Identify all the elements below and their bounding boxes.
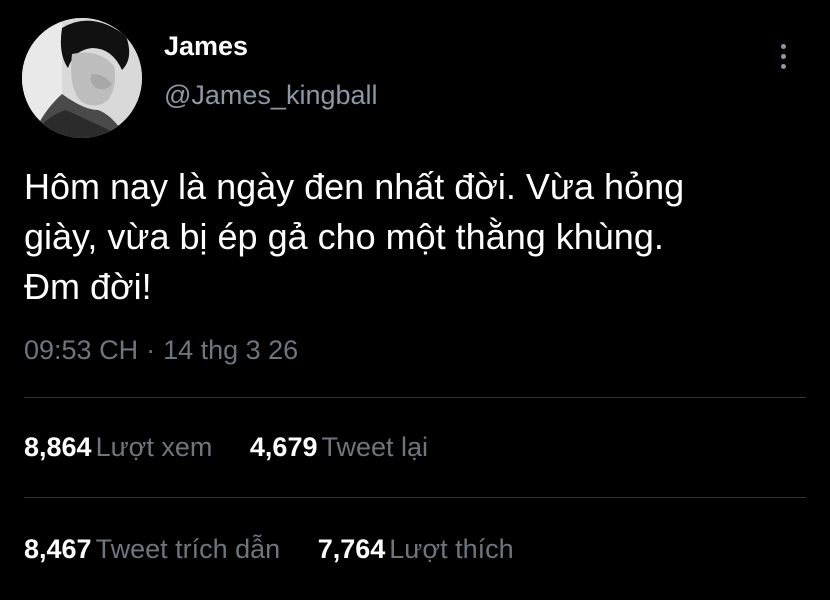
quotes-stat[interactable]: 8,467 Tweet trích dẫn	[24, 534, 280, 564]
retweets-label: Tweet lại	[321, 432, 429, 462]
likes-stat[interactable]: 7,764 Lượt thích	[318, 534, 514, 564]
author-handle[interactable]: @James_kingball	[164, 80, 378, 111]
tweet-detail: James @James_kingball Hôm nay là ngày đe…	[0, 0, 830, 600]
divider	[24, 397, 806, 398]
more-vertical-icon	[780, 43, 786, 49]
tweet-time[interactable]: 09:53 CH	[24, 335, 138, 365]
likes-label: Lượt thích	[389, 534, 514, 564]
meta-separator: ·	[146, 335, 156, 365]
retweets-count: 4,679	[249, 432, 318, 462]
tweet-text: Hôm nay là ngày đen nhất đời. Vừa hỏng g…	[24, 166, 685, 307]
avatar-image	[22, 18, 142, 138]
more-vertical-icon-dot	[780, 63, 786, 69]
quotes-label: Tweet trích dẫn	[95, 534, 281, 564]
avatar[interactable]	[22, 18, 142, 138]
retweets-stat[interactable]: 4,679 Tweet lại	[250, 432, 428, 462]
likes-count: 7,764	[317, 534, 386, 564]
divider	[24, 497, 806, 498]
views-stat[interactable]: 8,864 Lượt xem	[24, 432, 212, 462]
views-label: Lượt xem	[95, 432, 213, 462]
author-display-name[interactable]: James	[164, 31, 248, 62]
more-vertical-icon-dot	[780, 53, 786, 59]
quotes-count: 8,467	[24, 534, 92, 564]
stats-row: 8,467 Tweet trích dẫn 7,764 Lượt thích	[24, 534, 544, 565]
tweet-timestamp: 09:53 CH · 14 thg 3 26	[24, 335, 298, 366]
more-options-button[interactable]	[768, 38, 798, 74]
views-count: 8,864	[24, 432, 92, 462]
tweet-date[interactable]: 14 thg 3 26	[163, 335, 298, 365]
stats-row: 8,864 Lượt xem 4,679 Tweet lại	[24, 432, 458, 463]
